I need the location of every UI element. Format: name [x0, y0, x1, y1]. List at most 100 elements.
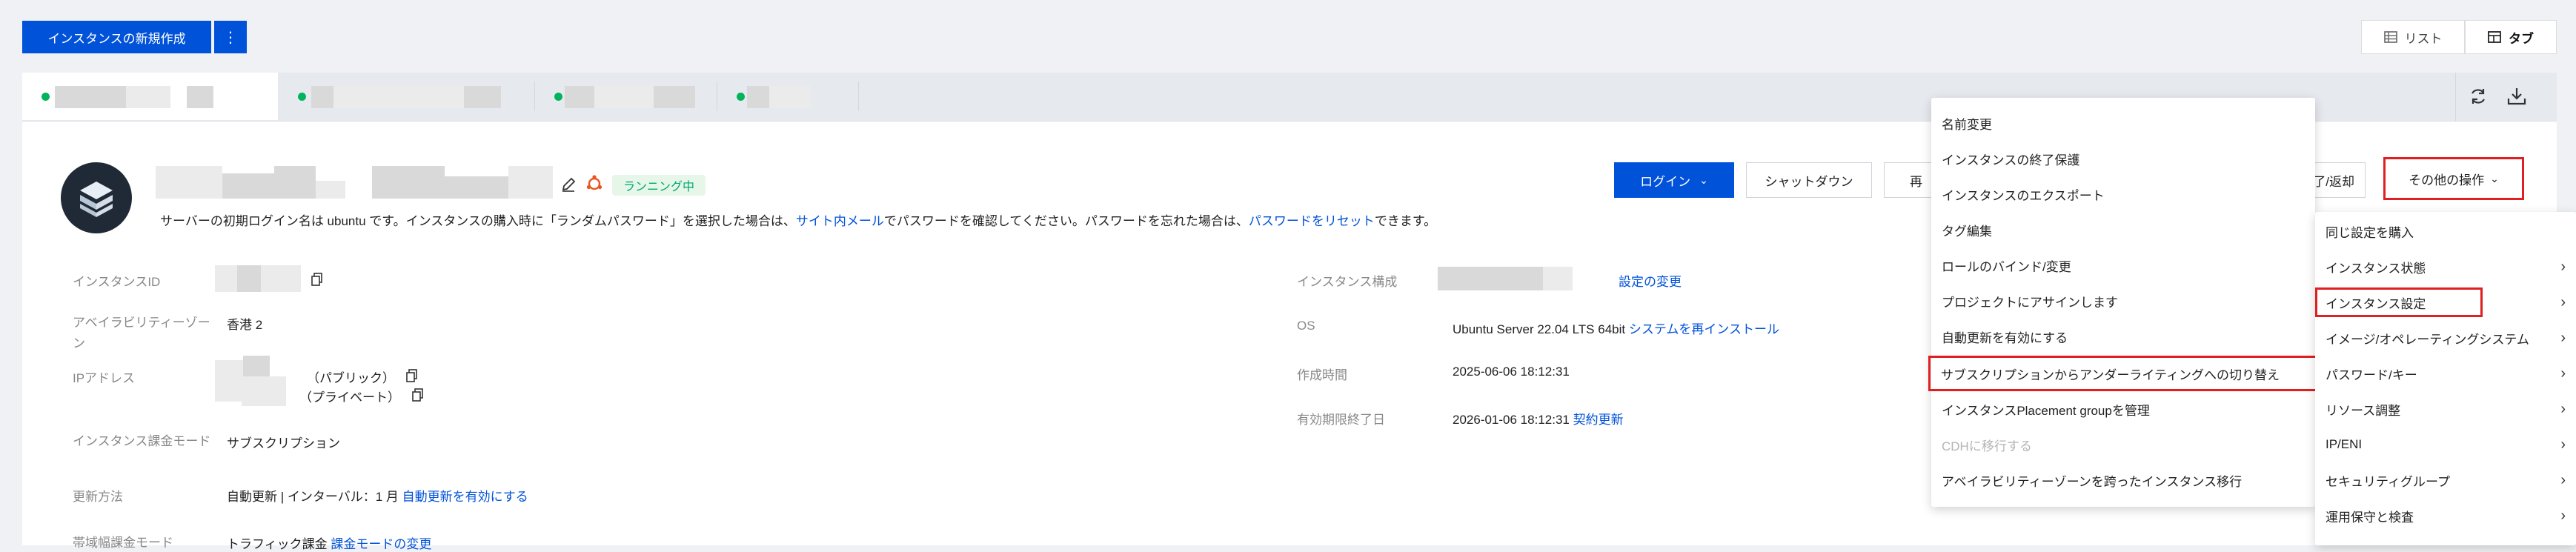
instance-config-redacted — [1438, 267, 1616, 290]
download-icon — [2507, 88, 2526, 105]
instance-config-label: インスタンス構成 — [1297, 275, 1398, 289]
status-badge: ランニング中 — [612, 175, 706, 196]
chevron-right-icon: › — [2560, 329, 2566, 346]
login-button[interactable]: ログイン ⌄ — [1614, 162, 1734, 198]
more-options-button[interactable]: ⋮ — [214, 21, 247, 53]
list-icon — [2383, 31, 2397, 43]
more-menu-image-os[interactable]: イメージ/オペレーティングシステム › — [2315, 320, 2576, 356]
enable-auto-renew-link[interactable]: 自動更新を有効にする — [402, 490, 528, 504]
submenu-item-switch-billing[interactable]: サブスクリプションからアンダーライティングへの切り替え — [1928, 356, 2318, 391]
more-menu-password-key[interactable]: パスワード/キー › — [2315, 356, 2576, 391]
more-menu-ip-eni[interactable]: IP/ENI › — [2315, 427, 2576, 462]
edit-name-button[interactable] — [560, 176, 577, 193]
change-billing-mode-link[interactable]: 課金モードの変更 — [331, 537, 431, 551]
copy-id-button[interactable] — [311, 273, 323, 290]
ip-address-redacted — [215, 356, 311, 408]
more-menu-instance-status[interactable]: インスタンス状態 › — [2315, 249, 2576, 285]
instance-tab-2[interactable] — [279, 73, 534, 120]
chevron-right-icon: › — [2560, 471, 2566, 488]
submenu-item-rename[interactable]: 名前変更 — [1931, 105, 2315, 141]
renew-method-label: 更新方法 — [73, 490, 123, 504]
submenu-item-edit-tags[interactable]: タグ編集 — [1931, 212, 2315, 247]
running-status-dot — [737, 92, 745, 101]
copy-private-ip-button[interactable] — [412, 388, 424, 405]
download-button[interactable] — [2506, 86, 2529, 108]
shutdown-button[interactable]: シャットダウン — [1746, 162, 1872, 198]
chevron-down-icon: ⌄ — [2490, 172, 2499, 184]
availability-zone-label: アベイラビリティーゾーン — [73, 316, 210, 350]
expire-date-label: 有効期限終了日 — [1297, 413, 1385, 427]
created-time-value: 2025-06-06 18:12:31 — [1453, 365, 1570, 379]
tab-view-icon — [2488, 31, 2501, 43]
more-menu-ops-inspection[interactable]: 運用保守と検査 › — [2315, 498, 2576, 533]
instance-tab-4[interactable] — [717, 73, 858, 120]
instance-settings-highlight — [2315, 287, 2483, 317]
create-instance-label: インスタンスの新規作成 — [47, 31, 186, 46]
created-time-label: 作成時間 — [1297, 368, 1347, 382]
status-text: ランニング中 — [623, 181, 694, 193]
running-status-dot — [298, 92, 306, 101]
site-mail-link[interactable]: サイト内メール — [796, 214, 884, 228]
copy-icon — [311, 273, 322, 286]
instance-name-redacted — [156, 166, 563, 199]
instance-id-redacted — [215, 265, 304, 292]
more-vertical-icon: ⋮ — [223, 29, 238, 46]
bandwidth-billing-value: トラフィック課金 課金モードの変更 — [227, 537, 432, 551]
os-label: OS — [1297, 319, 1315, 333]
submenu-item-bind-role[interactable]: ロールのバインド/変更 — [1931, 247, 2315, 283]
create-instance-button[interactable]: インスタンスの新規作成 — [22, 21, 211, 53]
instance-settings-submenu: 名前変更 インスタンスの終了保護 インスタンスのエクスポート タグ編集 ロールの… — [1928, 98, 2318, 507]
running-status-dot — [554, 92, 562, 101]
copy-icon — [406, 369, 417, 382]
instance-tab-1[interactable] — [22, 73, 278, 120]
chevron-right-icon: › — [2560, 365, 2566, 382]
more-menu-security-group[interactable]: セキュリティグループ › — [2315, 462, 2576, 498]
submenu-item-assign-project[interactable]: プロジェクトにアサインします — [1931, 283, 2315, 319]
billing-mode-value: サブスクリプション — [227, 436, 340, 450]
ip-public-label: （パブリック） — [307, 371, 395, 385]
os-value: Ubuntu Server 22.04 LTS 64bit システムを再インスト… — [1453, 322, 1779, 336]
ip-address-label: IPアドレス — [73, 371, 136, 385]
submenu-item-migrate-cdh: CDHに移行する — [1942, 439, 2032, 453]
more-menu-buy-same-config[interactable]: 同じ設定を購入 — [2315, 213, 2576, 249]
chevron-down-icon: ⌄ — [1699, 173, 1708, 186]
reset-password-link[interactable]: パスワードをリセット — [1249, 214, 1375, 228]
submenu-item-cross-az-migration[interactable]: アベイラビリティーゾーンを跨ったインスタンス移行 — [1931, 462, 2315, 498]
chevron-right-icon: › — [2560, 507, 2566, 524]
view-list-toggle[interactable]: リスト — [2361, 20, 2465, 54]
more-menu-resource-adjust[interactable]: リソース調整 › — [2315, 391, 2576, 427]
refresh-button[interactable] — [2468, 86, 2490, 108]
chevron-right-icon: › — [2560, 400, 2566, 417]
chevron-right-icon: › — [2560, 293, 2566, 310]
reinstall-system-link[interactable]: システムを再インストール — [1629, 322, 1779, 336]
availability-zone-value: 香港 2 — [227, 318, 263, 332]
submenu-item-placement-group[interactable]: インスタンスPlacement groupを管理 — [1931, 391, 2315, 427]
login-label: ログイン — [1640, 174, 1691, 189]
bandwidth-billing-label: 帯域幅課金モード — [73, 536, 173, 550]
ip-private-label: （プライベート） — [299, 390, 400, 405]
more-menu-instance-settings[interactable]: インスタンス設定 › — [2315, 285, 2576, 320]
ubuntu-os-icon — [585, 175, 603, 193]
instance-tab-3[interactable] — [535, 73, 717, 120]
refresh-icon — [2472, 89, 2485, 104]
renew-contract-link[interactable]: 契約更新 — [1573, 413, 1624, 427]
view-tab-toggle[interactable]: タブ — [2465, 20, 2557, 54]
submenu-item-export-instance[interactable]: インスタンスのエクスポート — [1931, 176, 2315, 212]
instance-id-label: インスタンスID — [73, 275, 161, 289]
renew-method-value: 自動更新 | インターバル：1 月 自動更新を有効にする — [227, 490, 528, 504]
instance-avatar — [61, 162, 132, 233]
more-operations-button[interactable]: その他の操作 ⌄ — [2383, 157, 2524, 200]
chevron-right-icon: › — [2560, 258, 2566, 275]
submenu-item-enable-auto-renew[interactable]: 自動更新を有効にする — [1931, 319, 2315, 354]
shutdown-label: シャットダウン — [1765, 174, 1853, 189]
submenu-item-termination-protection[interactable]: インスタンスの終了保護 — [1931, 141, 2315, 176]
server-stack-icon — [80, 182, 113, 217]
chevron-right-icon: › — [2560, 436, 2566, 453]
restart-label: 再 — [1910, 174, 1922, 189]
terminate-return-label: 了/返却 — [2313, 174, 2354, 189]
copy-public-ip-button[interactable] — [406, 369, 418, 386]
copy-icon — [412, 388, 423, 402]
more-operations-menu: 同じ設定を購入 インスタンス状態 › インスタンス設定 › イメージ/オペレーティン… — [2315, 212, 2576, 545]
view-list-label: リスト — [2404, 31, 2443, 46]
change-config-link[interactable]: 設定の変更 — [1619, 271, 1682, 290]
